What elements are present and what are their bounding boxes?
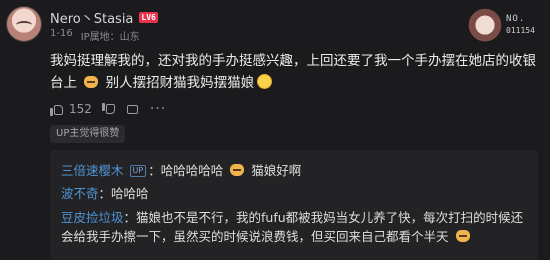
comment-date: 1-16: [50, 28, 73, 39]
reply-item: 波不奇：哈哈哈: [61, 186, 149, 201]
up-liked-chip: UP主觉得很赞: [50, 125, 126, 143]
cat-emoji-icon: [229, 162, 245, 177]
thumb-down-icon[interactable]: [101, 102, 116, 116]
ip-location: IP属地：山东: [80, 32, 140, 43]
avatar[interactable]: [6, 6, 42, 42]
like-count: 152: [69, 102, 92, 116]
reply-item: 三倍速樱木 UP ：哈哈哈哈哈 猫娘好啊: [61, 162, 302, 178]
up-tag: UP: [129, 165, 147, 177]
comment-actions: 152 ···: [50, 102, 166, 116]
reply-username[interactable]: 豆皮捡垃圾: [61, 210, 124, 225]
reply-text-after: 猫娘好啊: [251, 163, 302, 178]
like-button[interactable]: 152: [50, 102, 92, 116]
share-icon[interactable]: [126, 103, 140, 116]
fan-badge: NO. 011154: [468, 4, 542, 48]
reply-text: 哈哈哈哈哈: [160, 163, 224, 178]
replies-panel: 三倍速樱木 UP ：哈哈哈哈哈 猫娘好啊 波不奇：哈哈哈 豆皮捡垃圾：猫娘也不是不…: [50, 150, 538, 260]
reply-item: 豆皮捡垃圾：猫娘也不是不行，我的fufu都被我妈当女儿养了快，每次打扫的时候还会…: [61, 210, 524, 244]
reply-text: 哈哈哈: [111, 186, 149, 201]
reply-username[interactable]: 三倍速樱木: [61, 163, 124, 178]
cat-emoji-icon: [83, 74, 99, 89]
thumb-up-icon: [50, 103, 64, 116]
user-header: Nero丶Stasia LV6: [50, 8, 158, 27]
cat-emoji-icon: [455, 228, 471, 243]
fan-badge-avatar: [468, 8, 502, 46]
more-icon[interactable]: ···: [150, 102, 166, 116]
username[interactable]: Nero丶Stasia: [50, 8, 133, 27]
fan-badge-number: 011154: [506, 26, 535, 35]
comment-text: 我妈挺理解我的，还对我的手办挺感兴趣，上回还要了我一个手办摆在她店的收银台上 别…: [50, 50, 536, 94]
comment-meta: 1-16 IP属地：山东: [50, 28, 140, 43]
reply-username[interactable]: 波不奇: [61, 186, 99, 201]
fan-badge-no: NO.: [506, 14, 526, 24]
level-badge: LV6: [139, 11, 158, 23]
sweat-emoji-icon: [257, 74, 273, 89]
comment-text-part2: 别人摆招财猫我妈摆猫娘: [105, 75, 255, 91]
